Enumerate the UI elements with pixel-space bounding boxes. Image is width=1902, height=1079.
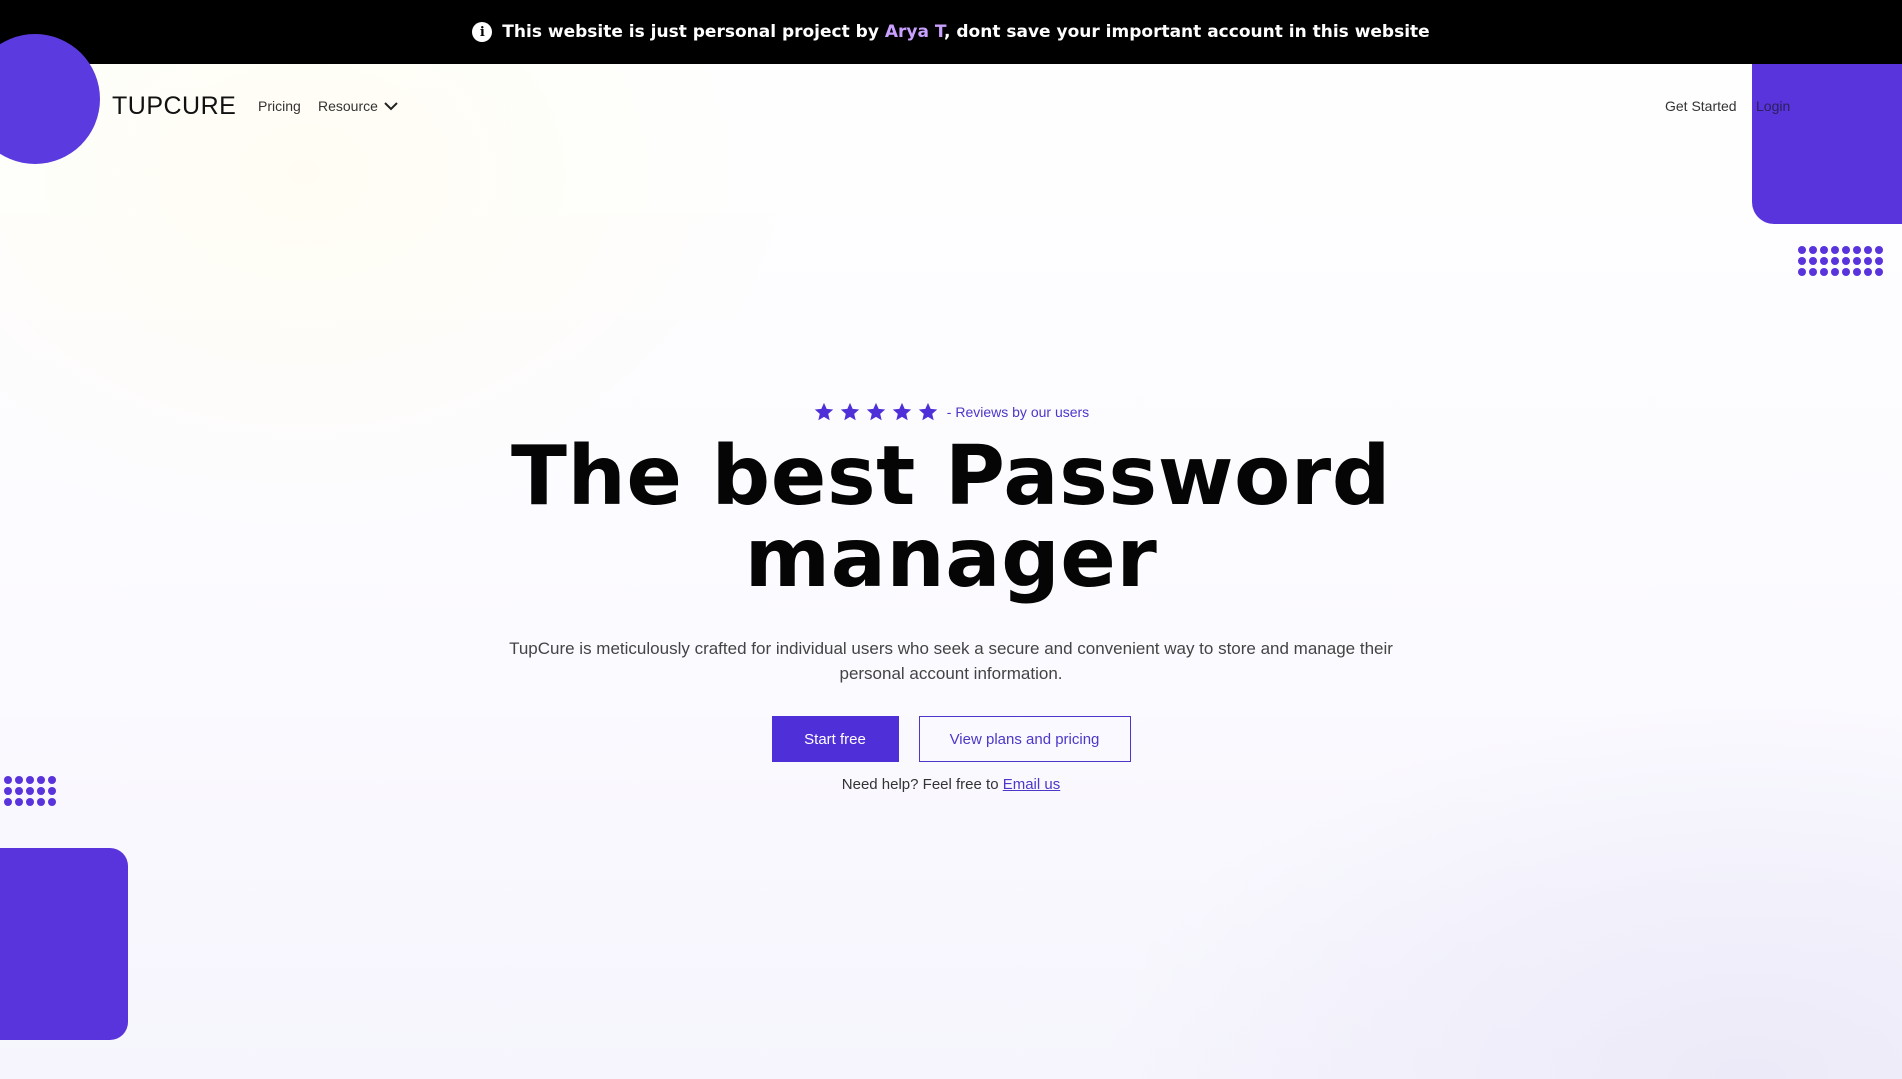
decorative-block-bottom-left — [0, 848, 128, 1040]
rating-text: - Reviews by our users — [946, 404, 1090, 420]
help-text: Need help? Feel free to Email us — [841, 776, 1061, 793]
nav-get-started-link[interactable]: Get Started — [1665, 98, 1737, 114]
site-logo[interactable]: TUPCURE — [112, 92, 236, 121]
nav-login-link[interactable]: Login — [1756, 98, 1790, 114]
rating: - Reviews by our users — [0, 400, 1902, 424]
star-icon — [918, 402, 937, 421]
notice-banner: i This website is just personal project … — [0, 0, 1902, 64]
email-us-link[interactable]: Email us — [1003, 776, 1061, 793]
notice-text: This website is just personal project by… — [502, 22, 1430, 42]
nav-resource-dropdown[interactable]: Resource — [318, 98, 398, 114]
nav-pricing-link[interactable]: Pricing — [258, 98, 301, 114]
star-icon — [866, 402, 885, 421]
view-pricing-button[interactable]: View plans and pricing — [918, 716, 1131, 762]
cta-row: Start free View plans and pricing — [0, 716, 1902, 762]
top-nav: TUPCURE Pricing Resource Get Started Log… — [0, 64, 1902, 152]
star-icon — [892, 402, 911, 421]
chevron-down-icon — [384, 102, 398, 111]
info-icon: i — [472, 22, 493, 42]
hero-subtitle: TupCure is meticulously crafted for indi… — [509, 639, 1393, 683]
nav-resource-label: Resource — [318, 98, 378, 114]
author-name: Arya T — [884, 22, 945, 42]
page-title: The best Password manager — [511, 429, 1391, 606]
decorative-dots-top-right — [1798, 246, 1883, 276]
star-icon — [840, 402, 859, 421]
star-icon — [814, 402, 833, 421]
hero-section: - Reviews by our users The best Password… — [0, 400, 1902, 793]
start-free-button[interactable]: Start free — [771, 716, 899, 762]
